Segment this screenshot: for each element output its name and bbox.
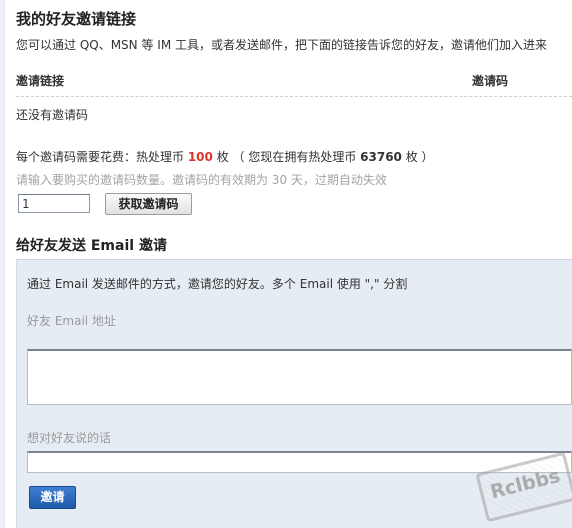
table-divider [16, 96, 572, 97]
left-border [0, 0, 5, 528]
invite-cost-info: 每个邀请码需要花费：热处理币 100 枚 （ 您现在拥有热处理币 63760 枚… [16, 148, 434, 165]
cost-suffix: 枚 ） [401, 150, 434, 164]
column-header-invite-code: 邀请码 [472, 74, 509, 88]
column-header-invite-link: 邀请链接 [16, 74, 65, 88]
watermark-text: Rclbbs [488, 464, 563, 504]
empty-invite-list: 还没有邀请码 [16, 108, 89, 122]
friend-email-textarea[interactable] [27, 349, 572, 405]
cost-prefix: 每个邀请码需要花费：热处理币 [16, 150, 188, 164]
invite-quantity-input[interactable] [18, 194, 90, 213]
email-invite-heading: 给好友发送 Email 邀请 [16, 238, 167, 254]
send-invite-button[interactable]: 邀请 [29, 486, 76, 509]
email-invite-instructions: 通过 Email 发送邮件的方式，邀请您的好友。多个 Email 使用 "," … [27, 277, 408, 291]
message-label: 想对好友说的话 [27, 431, 112, 445]
page-title: 我的好友邀请链接 [16, 10, 137, 28]
purchase-hint: 请输入要购买的邀请码数量。邀请码的有效期为 30 天，过期自动失效 [16, 173, 387, 187]
cost-mid: 枚 （ 您现在拥有热处理币 [212, 150, 361, 164]
invite-price: 100 [187, 150, 213, 164]
get-invite-code-button[interactable]: 获取邀请码 [105, 193, 192, 215]
coin-balance: 63760 [360, 150, 402, 164]
page-description: 您可以通过 QQ、MSN 等 IM 工具，或者发送邮件，把下面的链接告诉您的好友… [16, 38, 547, 52]
friend-email-label: 好友 Email 地址 [27, 314, 116, 328]
